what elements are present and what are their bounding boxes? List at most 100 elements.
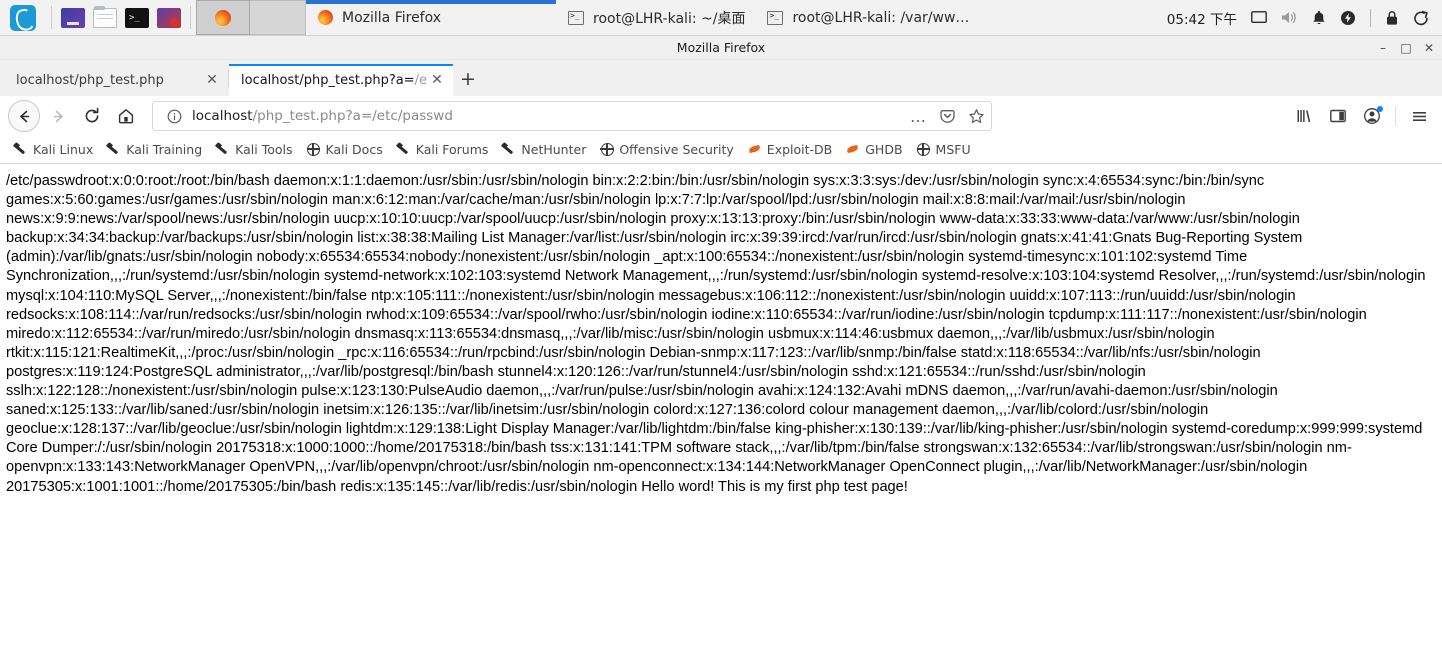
tab-php-test[interactable]: localhost/php_test.php ✕ — [4, 64, 228, 96]
url-host: localhost — [192, 108, 253, 124]
window-controls: – □ ✕ — [1376, 36, 1436, 60]
account-icon[interactable] — [1357, 101, 1387, 131]
taskbar-window-terminal-var[interactable]: root@LHR-kali: /var/ww… — [755, 0, 979, 35]
wrench-icon — [397, 143, 411, 157]
lock-screen-icon[interactable] — [1385, 10, 1399, 26]
tab-php-test-query[interactable]: localhost/php_test.php?a=/e ✕ — [229, 64, 453, 96]
wrench-icon — [502, 143, 516, 157]
toolbar-separator — [1395, 106, 1396, 126]
tray-divider — [1370, 8, 1371, 27]
bookmark-kali-linux[interactable]: Kali Linux — [8, 140, 99, 159]
toolbar-right-group — [1289, 101, 1434, 131]
taskbar-window-label: root@LHR-kali: ~/桌面 — [593, 10, 746, 27]
terminal-icon — [767, 10, 784, 25]
terminal-black-icon[interactable] — [125, 7, 149, 28]
system-tray: 05:42 下午 — [1167, 0, 1442, 35]
tab-label-overflow: /e — [414, 72, 427, 88]
taskbar-spacer — [979, 0, 1166, 35]
globe-icon — [916, 142, 931, 157]
page-actions-icon[interactable]: … — [907, 105, 929, 127]
volume-icon[interactable] — [1281, 10, 1298, 25]
app-menu-icon[interactable] — [1404, 101, 1434, 131]
firefox-icon — [215, 9, 231, 26]
droplet-icon — [748, 143, 762, 157]
url-path: /php_test.php?a=/etc/passwd — [252, 108, 453, 124]
new-tab-button[interactable]: + — [453, 64, 483, 94]
bookmark-kali-tools[interactable]: Kali Tools — [210, 140, 298, 159]
terminal-icon — [568, 10, 584, 25]
globe-icon — [600, 142, 615, 157]
taskbar-window-firefox[interactable]: Mozilla Firefox — [306, 0, 556, 35]
bookmark-kali-training[interactable]: Kali Training — [101, 140, 208, 159]
taskbar-window-label: Mozilla Firefox — [342, 9, 442, 26]
taskbar-clock[interactable]: 05:42 下午 — [1167, 8, 1237, 28]
page-content-area: /etc/passwdroot:x:0:0:root:/root:/bin/ba… — [0, 164, 1442, 658]
reload-button[interactable] — [76, 100, 108, 132]
url-input[interactable]: localhost/php_test.php?a=/etc/passwd — [192, 108, 900, 124]
logout-icon[interactable] — [1413, 10, 1430, 26]
close-icon[interactable]: ✕ — [427, 70, 447, 90]
info-circle-icon[interactable] — [163, 105, 185, 127]
notification-bell-icon[interactable] — [1312, 10, 1326, 26]
power-status-icon[interactable] — [1340, 10, 1356, 26]
save-to-pocket-icon[interactable] — [936, 105, 958, 127]
passwd-file-output: /etc/passwdroot:x:0:0:root:/root:/bin/ba… — [6, 173, 1426, 495]
close-icon[interactable]: ✕ — [202, 70, 222, 90]
close-button[interactable]: ✕ — [1422, 41, 1436, 55]
tab-label: localhost/php_test.php — [16, 72, 164, 88]
taskbar-divider — [51, 6, 52, 29]
applications-menu-button[interactable] — [0, 0, 46, 35]
wrench-icon — [14, 143, 28, 157]
bookmark-label: Kali Docs — [325, 142, 383, 157]
maximize-button[interactable]: □ — [1399, 41, 1413, 55]
bookmark-star-icon[interactable] — [965, 105, 987, 127]
bookmarks-toolbar: Kali Linux Kali Training Kali Tools Kali… — [0, 136, 1442, 164]
taskbar-divider-2 — [190, 6, 191, 29]
bookmark-label: Kali Tools — [235, 142, 293, 157]
library-icon[interactable] — [1289, 101, 1319, 131]
back-button[interactable] — [8, 100, 40, 132]
folder-icon[interactable] — [93, 5, 117, 28]
forward-button[interactable] — [42, 100, 74, 132]
firefox-window: Mozilla Firefox – □ ✕ localhost/php_test… — [0, 36, 1442, 658]
app-icon[interactable] — [157, 7, 181, 28]
bookmark-label: Kali Forums — [415, 142, 489, 157]
bookmark-label: Kali Linux — [33, 142, 94, 157]
firefox-icon — [318, 10, 333, 25]
quick-launch-bar — [57, 0, 185, 35]
minimize-button[interactable]: – — [1376, 41, 1390, 55]
bookmark-kali-forums[interactable]: Kali Forums — [391, 140, 495, 159]
tab-strip: localhost/php_test.php ✕ localhost/php_t… — [0, 60, 1442, 96]
bookmark-label: Offensive Security — [619, 142, 734, 157]
bookmark-nethunter[interactable]: NetHunter — [496, 140, 592, 159]
window-title: Mozilla Firefox — [676, 40, 766, 55]
navigation-toolbar: localhost/php_test.php?a=/etc/passwd … — [0, 96, 1442, 136]
tab-label: localhost/php_test.php?a=/e — [241, 72, 427, 88]
terminal-blue-icon[interactable] — [61, 7, 85, 28]
bookmark-kali-docs[interactable]: Kali Docs — [301, 140, 389, 159]
window-titlebar: Mozilla Firefox – □ ✕ — [0, 36, 1442, 60]
bookmark-label: Kali Training — [126, 142, 203, 157]
display-icon[interactable] — [1251, 10, 1267, 25]
url-bar[interactable]: localhost/php_test.php?a=/etc/passwd … — [152, 101, 992, 131]
bookmark-exploit-db[interactable]: Exploit-DB — [742, 140, 838, 159]
desktop-taskbar: Mozilla Firefox root@LHR-kali: ~/桌面 root… — [0, 0, 1442, 36]
kali-dragon-logo-icon — [10, 4, 36, 31]
bookmark-msfu[interactable]: MSFU — [911, 140, 977, 159]
taskbar-window-label: root@LHR-kali: /var/ww… — [792, 9, 970, 26]
bookmark-label: GHDB — [865, 142, 903, 157]
wrench-icon — [107, 143, 121, 157]
globe-icon — [306, 142, 321, 157]
account-badge-dot — [1377, 106, 1383, 112]
wrench-icon — [216, 143, 230, 157]
taskbar-window-terminal-desktop[interactable]: root@LHR-kali: ~/桌面 — [556, 0, 755, 35]
bookmark-label: MSFU — [935, 142, 971, 157]
sidebar-icon[interactable] — [1323, 101, 1353, 131]
window-switcher-empty[interactable] — [250, 0, 306, 35]
home-button[interactable] — [110, 100, 142, 132]
bookmark-offensive-security[interactable]: Offensive Security — [594, 140, 739, 159]
window-switcher-firefox[interactable] — [196, 0, 250, 35]
bookmark-label: Exploit-DB — [766, 142, 833, 157]
bookmark-ghdb[interactable]: GHDB — [840, 140, 908, 159]
bookmark-label: NetHunter — [521, 142, 587, 157]
